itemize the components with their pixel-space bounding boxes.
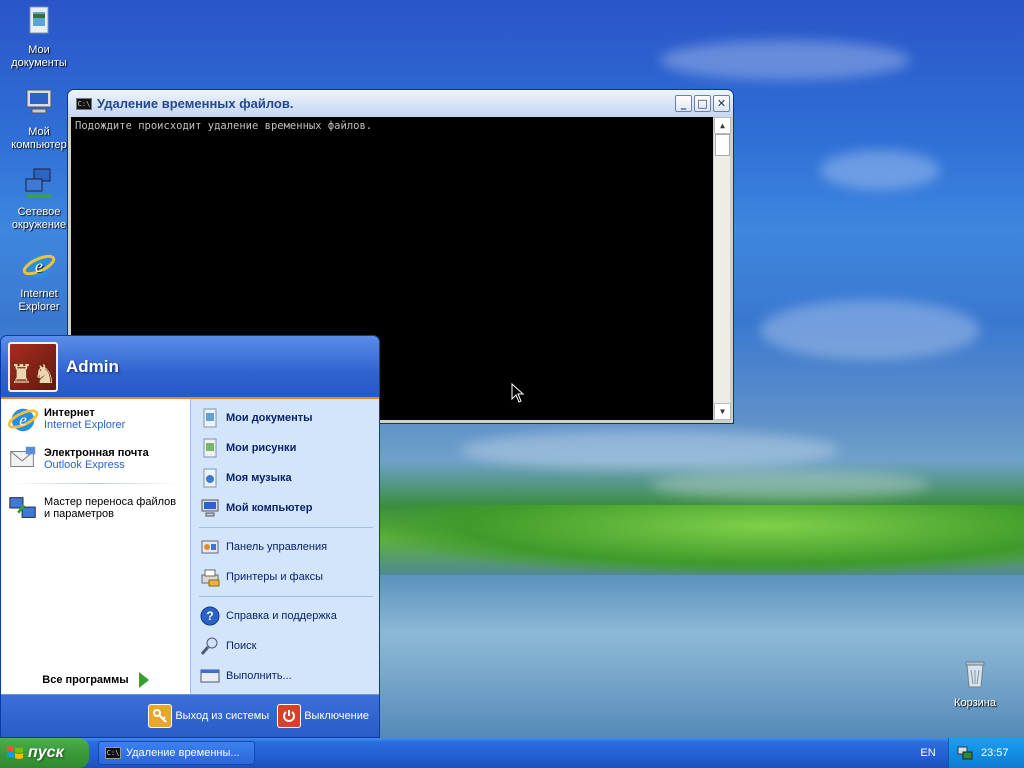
log-off-button[interactable]: Выход из системы	[148, 704, 269, 728]
separator	[199, 596, 373, 597]
console-title: Удаление временных файлов.	[97, 96, 294, 111]
pinned-internet[interactable]: e Интернет Internet Explorer	[1, 399, 190, 439]
my-computer-icon	[26, 89, 52, 114]
shutdown-button[interactable]: Выключение	[277, 704, 369, 728]
windows-flag-icon	[7, 746, 23, 759]
system-tray: 23:57	[948, 738, 1024, 768]
close-button[interactable]: ✕	[713, 95, 730, 112]
svg-text:e: e	[19, 411, 27, 430]
start-menu-right-column: Мои документы Мои рисунки Моя музыка Мой…	[190, 399, 379, 696]
my-documents-icon	[203, 408, 217, 428]
desktop-icon-network[interactable]: Сетевое окружение	[2, 166, 76, 232]
green-arrow-icon	[138, 672, 149, 688]
network-places-icon	[25, 168, 52, 198]
power-icon	[277, 704, 302, 728]
my-music-icon	[203, 468, 217, 488]
internet-explorer-icon: e	[7, 408, 39, 432]
network-tray-icon[interactable]	[957, 745, 973, 761]
internet-explorer-icon: e	[22, 254, 56, 278]
control-panel[interactable]: Панель управления	[191, 532, 379, 562]
svg-text:?: ?	[206, 609, 213, 623]
places-my-documents[interactable]: Мои документы	[191, 403, 379, 433]
all-programs-button[interactable]: Все программы	[1, 672, 190, 688]
taskbar: пуск C:\ Удаление временны... EN 23:57	[0, 738, 1024, 768]
clock[interactable]: 23:57	[981, 747, 1009, 759]
minimize-button[interactable]: _	[675, 95, 692, 112]
console-titlebar[interactable]: C:\ Удаление временных файлов. _ □ ✕	[68, 90, 733, 117]
separator	[199, 527, 373, 528]
user-name: Admin	[66, 356, 119, 376]
start-menu: ♜♞ Admin e Интернет Internet Explorer Эл…	[0, 335, 380, 738]
run[interactable]: Выполнить...	[191, 661, 379, 691]
start-menu-footer: Выход из системы Выключение	[1, 694, 379, 737]
user-avatar[interactable]: ♜♞	[8, 341, 58, 392]
key-icon	[148, 704, 173, 728]
my-documents-icon	[29, 6, 49, 34]
outlook-express-icon	[10, 446, 36, 467]
my-pictures-icon	[203, 438, 217, 458]
control-panel-icon	[201, 540, 219, 554]
svg-text:e: e	[35, 256, 43, 276]
recycle-bin-icon	[965, 661, 985, 688]
my-computer-icon	[201, 499, 219, 517]
places-my-pictures[interactable]: Мои рисунки	[191, 433, 379, 463]
printers-and-faxes[interactable]: Принтеры и факсы	[191, 562, 379, 592]
start-menu-header: ♜♞ Admin	[1, 336, 379, 399]
desktop-icon-my-documents[interactable]: Мои документы	[2, 4, 76, 70]
printer-icon	[201, 569, 220, 587]
console-app-icon: C:\	[76, 97, 92, 110]
language-indicator[interactable]: EN	[915, 738, 941, 768]
scroll-thumb[interactable]	[715, 134, 730, 156]
taskbar-console-button[interactable]: C:\ Удаление временны...	[98, 741, 255, 765]
separator	[11, 483, 180, 484]
scroll-down-button[interactable]: ▼	[714, 403, 731, 420]
console-scrollbar[interactable]: ▲ ▼	[713, 117, 731, 420]
help-icon: ?	[200, 606, 220, 626]
search-icon	[200, 637, 218, 655]
help-and-support[interactable]: ? Справка и поддержка	[191, 601, 379, 631]
mouse-cursor-icon	[511, 383, 525, 403]
transfer-wizard-icon	[9, 497, 36, 518]
scroll-up-button[interactable]: ▲	[714, 117, 731, 134]
console-app-icon: C:\	[105, 747, 121, 759]
start-button[interactable]: пуск	[0, 738, 89, 768]
start-menu-left-column: e Интернет Internet Explorer Электронная…	[1, 399, 190, 696]
desktop-icon-recycle-bin[interactable]: Корзина	[938, 657, 1012, 710]
console-output-line: Подождите происходит удаление временных …	[75, 120, 373, 132]
places-my-music[interactable]: Моя музыка	[191, 463, 379, 493]
pinned-email[interactable]: Электронная почта Outlook Express	[1, 439, 190, 479]
recent-transfer-wizard[interactable]: Мастер переноса файлов и параметров	[1, 488, 190, 528]
places-my-computer[interactable]: Мой компьютер	[191, 493, 379, 523]
desktop-icon-my-computer[interactable]: Мой компьютер	[2, 86, 76, 152]
desktop-icon-ie[interactable]: e Internet Explorer	[2, 248, 76, 314]
search[interactable]: Поиск	[191, 631, 379, 661]
run-icon	[200, 669, 220, 683]
maximize-button[interactable]: □	[694, 95, 711, 112]
